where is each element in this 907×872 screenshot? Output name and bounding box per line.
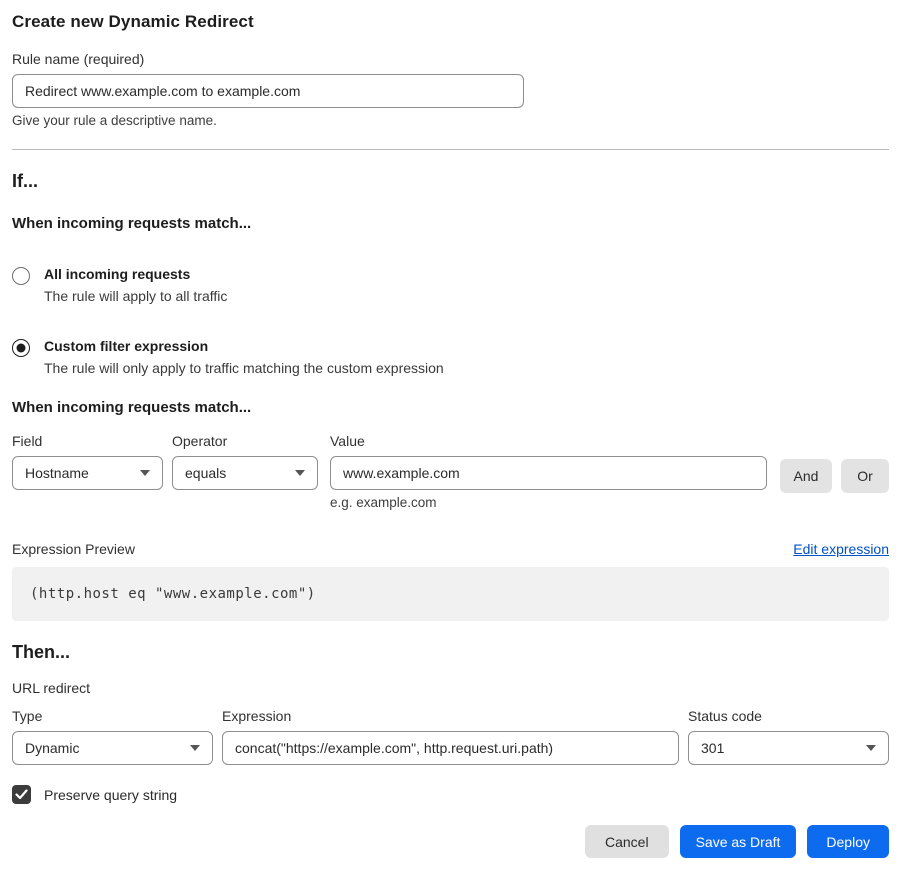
chevron-down-icon <box>295 470 305 476</box>
rule-name-section: Rule name (required) Give your rule a de… <box>12 51 889 128</box>
create-dynamic-redirect-form: Create new Dynamic Redirect Rule name (r… <box>0 0 907 872</box>
expression-preview-header: Expression Preview Edit expression <box>12 541 889 557</box>
url-redirect-label: URL redirect <box>12 680 889 696</box>
rule-name-input[interactable] <box>12 74 524 108</box>
field-select[interactable]: Hostname <box>12 456 163 490</box>
condition-heading: When incoming requests match... <box>12 399 889 416</box>
expression-group: Expression <box>222 708 679 765</box>
and-button[interactable]: And <box>780 459 832 493</box>
expression-input[interactable] <box>222 731 679 765</box>
radio-selected-icon[interactable] <box>12 339 30 357</box>
checkbox-checked-icon[interactable] <box>12 785 31 804</box>
deploy-button[interactable]: Deploy <box>807 825 889 858</box>
footer-actions: Cancel Save as Draft Deploy <box>12 825 889 858</box>
page-title: Create new Dynamic Redirect <box>12 12 889 32</box>
type-select-value: Dynamic <box>25 740 79 756</box>
field-label: Field <box>12 433 163 449</box>
value-group: Value e.g. example.com <box>330 433 767 510</box>
field-group: Field Hostname <box>12 433 163 490</box>
value-helper: e.g. example.com <box>330 495 767 510</box>
save-as-draft-button[interactable]: Save as Draft <box>680 825 797 858</box>
if-heading: If... <box>12 171 889 192</box>
radio-option-custom-expression[interactable]: Custom filter expression The rule will o… <box>12 338 889 376</box>
operator-select[interactable]: equals <box>172 456 318 490</box>
edit-expression-link[interactable]: Edit expression <box>793 541 889 557</box>
value-input[interactable] <box>330 456 767 490</box>
radio-all-requests-label: All incoming requests <box>44 266 227 282</box>
rule-name-helper: Give your rule a descriptive name. <box>12 113 889 128</box>
chevron-down-icon <box>190 745 200 751</box>
field-select-value: Hostname <box>25 465 89 481</box>
status-code-group: Status code 301 <box>688 708 889 765</box>
radio-texts: Custom filter expression The rule will o… <box>44 338 444 376</box>
match-heading: When incoming requests match... <box>12 215 889 232</box>
radio-custom-expression-label: Custom filter expression <box>44 338 444 354</box>
operator-label: Operator <box>172 433 318 449</box>
operator-group: Operator equals <box>172 433 318 490</box>
radio-unselected-icon[interactable] <box>12 267 30 285</box>
expression-preview-label: Expression Preview <box>12 541 135 557</box>
then-heading: Then... <box>12 642 889 663</box>
radio-texts: All incoming requests The rule will appl… <box>44 266 227 304</box>
type-label: Type <box>12 708 213 724</box>
type-group: Type Dynamic <box>12 708 213 765</box>
radio-custom-expression-description: The rule will only apply to traffic matc… <box>44 360 444 376</box>
or-button[interactable]: Or <box>841 459 889 493</box>
expression-label: Expression <box>222 708 679 724</box>
then-row: Type Dynamic Expression Status code 301 <box>12 708 889 765</box>
rule-name-label: Rule name (required) <box>12 51 889 67</box>
chevron-down-icon <box>866 745 876 751</box>
status-code-label: Status code <box>688 708 889 724</box>
status-code-select-value: 301 <box>701 740 724 756</box>
radio-option-all-requests[interactable]: All incoming requests The rule will appl… <box>12 266 889 304</box>
andor-group: And Or <box>780 433 889 493</box>
type-select[interactable]: Dynamic <box>12 731 213 765</box>
section-divider <box>12 149 889 150</box>
expression-preview-code: (http.host eq "www.example.com") <box>12 567 889 621</box>
operator-select-value: equals <box>185 465 226 481</box>
cancel-button[interactable]: Cancel <box>585 825 669 858</box>
status-code-select[interactable]: 301 <box>688 731 889 765</box>
chevron-down-icon <box>140 470 150 476</box>
condition-row: Field Hostname Operator equals Value e.g… <box>12 433 889 510</box>
preserve-query-label: Preserve query string <box>44 787 177 803</box>
radio-all-requests-description: The rule will apply to all traffic <box>44 288 227 304</box>
value-label: Value <box>330 433 767 449</box>
preserve-query-row: Preserve query string <box>12 785 889 804</box>
